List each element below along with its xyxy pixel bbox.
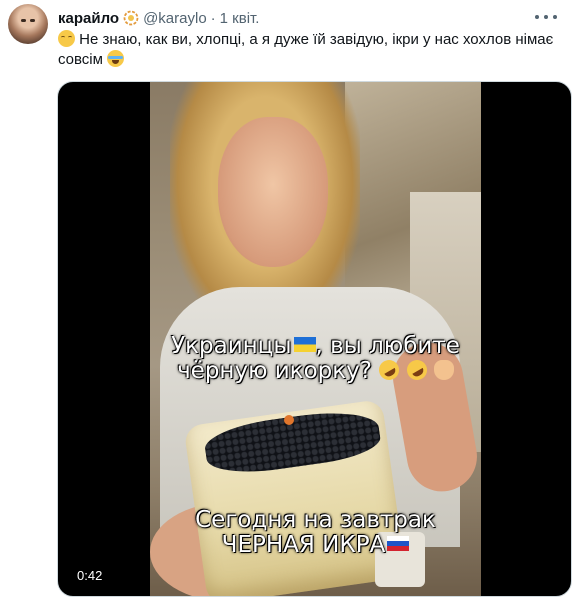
rofl-emoji: [375, 356, 403, 384]
relieved-face-emoji: [58, 30, 75, 47]
tweet-text: Не знаю, как ви, хлопці, а я дуже їй зав…: [58, 30, 563, 70]
caption-line-2: чёрную икорку?: [177, 358, 372, 384]
caption-line-1: Украинцы: [171, 333, 292, 359]
caption-line-4: ЧЕРНАЯ ИКРА: [221, 532, 386, 558]
video-player[interactable]: Украинцы , вы любите чёрную икорку? Сегод…: [57, 81, 572, 597]
verified-style-badge-icon: [123, 10, 139, 26]
video-caption-top: Украинцы , вы любите чёрную икорку?: [150, 334, 481, 384]
separator-dot: ·: [210, 9, 216, 27]
person-face: [218, 117, 328, 267]
avatar[interactable]: [8, 4, 48, 44]
video-caption-bottom: Сегодня на завтрак ЧЕРНАЯ ИКРА: [150, 508, 481, 558]
russia-flag-icon: [387, 536, 410, 551]
author-handle[interactable]: @karaylo: [143, 10, 207, 27]
tweet-header: карайло @karaylo · 1 квіт.: [58, 8, 259, 28]
avatar-eye: [30, 19, 35, 22]
tweet-text-body: Не знаю, как ви, хлопці, а я дуже їй зав…: [58, 31, 554, 68]
timestamp[interactable]: 1 квіт.: [220, 10, 260, 27]
loudly-crying-face-emoji: [107, 50, 125, 67]
video-duration: 0:42: [77, 568, 103, 583]
more-options-icon[interactable]: [535, 8, 557, 26]
video-frame: Украинцы , вы любите чёрную икорку? Сегод…: [150, 82, 481, 596]
clapping-hands-emoji: [433, 360, 454, 380]
more-dot: [535, 15, 539, 19]
ukraine-flag-icon: [293, 337, 316, 352]
rofl-emoji: [402, 356, 431, 384]
more-dot: [553, 15, 557, 19]
caption-line-3: Сегодня на завтрак: [195, 507, 436, 533]
caption-line-1-rest: , вы любите: [315, 333, 460, 359]
tweet[interactable]: карайло @karaylo · 1 квіт. Не знаю, как …: [0, 0, 575, 604]
more-dot: [544, 15, 548, 19]
orange-roe: [284, 415, 294, 425]
avatar-eye: [21, 19, 26, 22]
author-name[interactable]: карайло: [58, 10, 119, 27]
